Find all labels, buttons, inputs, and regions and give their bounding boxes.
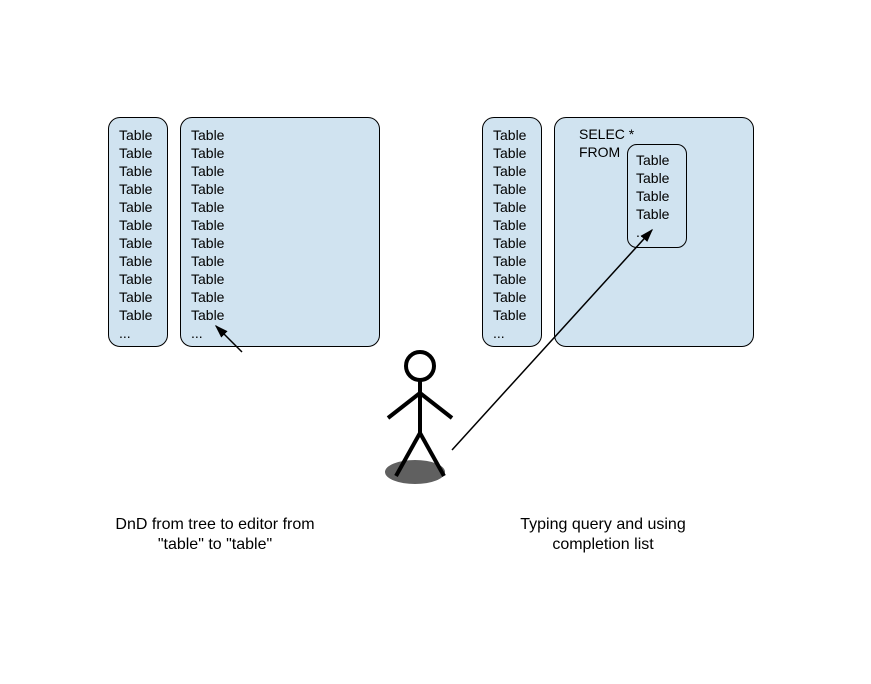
editor-item: Table (191, 198, 369, 216)
person-icon (370, 348, 470, 498)
editor-item: Table (191, 180, 369, 198)
sql-line1: SELEC * (579, 126, 634, 142)
annotation-left-line2: "table" to "table" (95, 535, 335, 555)
tree-item: Table (493, 162, 531, 180)
annotation-right-line1: Typing query and using (493, 515, 713, 535)
editor-item: Table (191, 270, 369, 288)
editor-item: Table (191, 126, 369, 144)
tree-item: Table (119, 198, 157, 216)
sql-line2: FROM (579, 144, 620, 160)
tree-ellipsis: ... (119, 324, 157, 342)
tree-item: Table (119, 126, 157, 144)
tree-item: Table (119, 180, 157, 198)
annotation-right-line2: completion list (493, 535, 713, 555)
editor-item: Table (191, 288, 369, 306)
tree-item: Table (119, 162, 157, 180)
arrow-dnd-icon (200, 320, 260, 360)
tree-item: Table (119, 144, 157, 162)
editor-item: Table (191, 216, 369, 234)
tree-item: Table (119, 306, 157, 324)
tree-item: Table (119, 234, 157, 252)
editor-item: Table (191, 162, 369, 180)
left-tree-panel: Table Table Table Table Table Table Tabl… (108, 117, 168, 347)
tree-item: Table (119, 270, 157, 288)
tree-item: Table (493, 126, 531, 144)
tree-item: Table (493, 180, 531, 198)
tree-item: Table (119, 288, 157, 306)
annotation-right: Typing query and using completion list (493, 515, 713, 555)
completion-item: Table (636, 169, 678, 187)
tree-item: Table (493, 144, 531, 162)
editor-item: Table (191, 234, 369, 252)
completion-item: Table (636, 151, 678, 169)
left-editor-panel: Table Table Table Table Table Table Tabl… (180, 117, 380, 347)
arrow-completion-icon (442, 200, 702, 480)
annotation-left-line1: DnD from tree to editor from (95, 515, 335, 535)
editor-item: Table (191, 252, 369, 270)
tree-item: Table (119, 216, 157, 234)
editor-item: Table (191, 144, 369, 162)
tree-item: Table (119, 252, 157, 270)
annotation-left: DnD from tree to editor from "table" to … (95, 515, 335, 555)
